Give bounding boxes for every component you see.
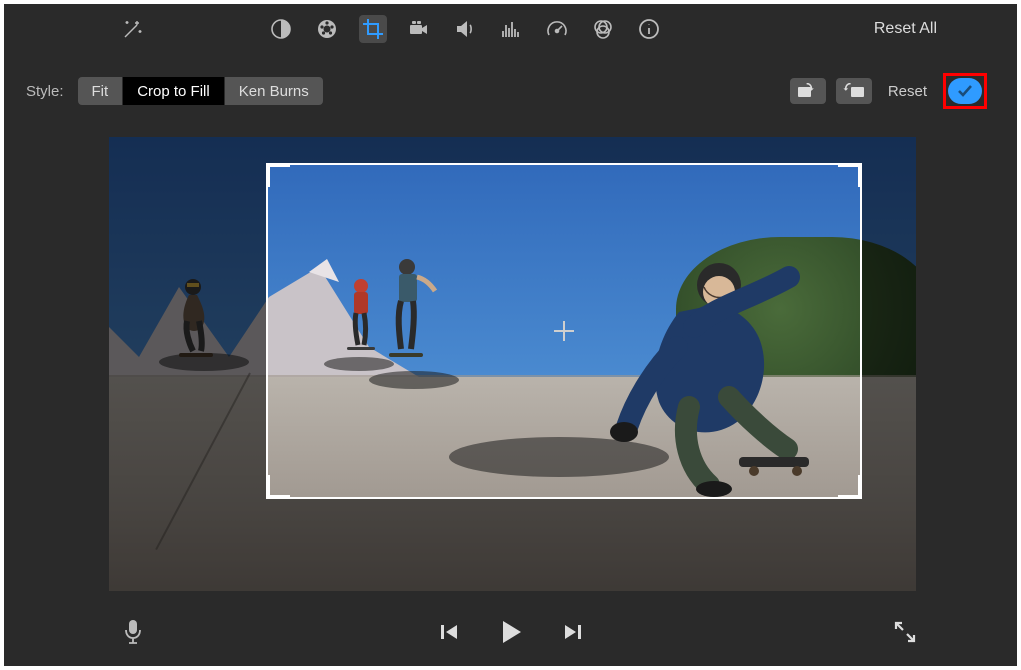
color-wheel-icon[interactable]	[313, 15, 341, 43]
style-label: Style:	[26, 83, 64, 100]
crop-subbar: Style: Fit Crop to Fill Ken Burns Reset	[4, 74, 1017, 108]
reset-button[interactable]: Reset	[888, 83, 927, 100]
expand-icon[interactable]	[893, 620, 917, 649]
camera-icon[interactable]	[405, 15, 433, 43]
crop-dim-right	[862, 137, 916, 591]
style-option-fit[interactable]: Fit	[78, 77, 124, 105]
crop-rectangle[interactable]	[266, 163, 862, 499]
rotate-ccw-button[interactable]	[790, 78, 826, 104]
style-option-crop-to-fill[interactable]: Crop to Fill	[123, 77, 225, 105]
play-button[interactable]	[499, 619, 523, 650]
tool-icons	[267, 15, 663, 43]
crop-center-mark	[554, 321, 574, 341]
previous-button[interactable]	[439, 622, 459, 647]
next-button[interactable]	[563, 622, 583, 647]
info-icon[interactable]	[635, 15, 663, 43]
crop-dim-left	[109, 137, 266, 591]
magic-wand-icon[interactable]	[119, 15, 147, 43]
crop-handle-tl[interactable]	[266, 163, 290, 187]
speedometer-icon[interactable]	[543, 15, 571, 43]
apply-crop-button[interactable]	[948, 78, 982, 104]
crop-icon[interactable]	[359, 15, 387, 43]
crop-dim-bottom	[266, 499, 862, 591]
audio-eq-icon[interactable]	[497, 15, 525, 43]
crop-handle-bl[interactable]	[266, 475, 290, 499]
crop-handle-br[interactable]	[838, 475, 862, 499]
crop-dim-top	[266, 137, 862, 163]
apply-highlight	[943, 73, 987, 109]
playback-controls	[4, 604, 1017, 664]
reset-all-button[interactable]: Reset All	[874, 20, 937, 38]
transport-controls	[439, 619, 583, 650]
rotate-cw-button[interactable]	[836, 78, 872, 104]
top-toolbar: Reset All	[4, 4, 1017, 54]
volume-icon[interactable]	[451, 15, 479, 43]
microphone-icon[interactable]	[122, 618, 144, 651]
style-option-ken-burns[interactable]: Ken Burns	[225, 77, 323, 105]
color-balance-icon[interactable]	[267, 15, 295, 43]
color-filter-icon[interactable]	[589, 15, 617, 43]
crop-right-tools: Reset	[790, 73, 987, 109]
video-viewer	[109, 137, 916, 591]
style-segmented-control: Fit Crop to Fill Ken Burns	[78, 77, 323, 105]
crop-handle-tr[interactable]	[838, 163, 862, 187]
